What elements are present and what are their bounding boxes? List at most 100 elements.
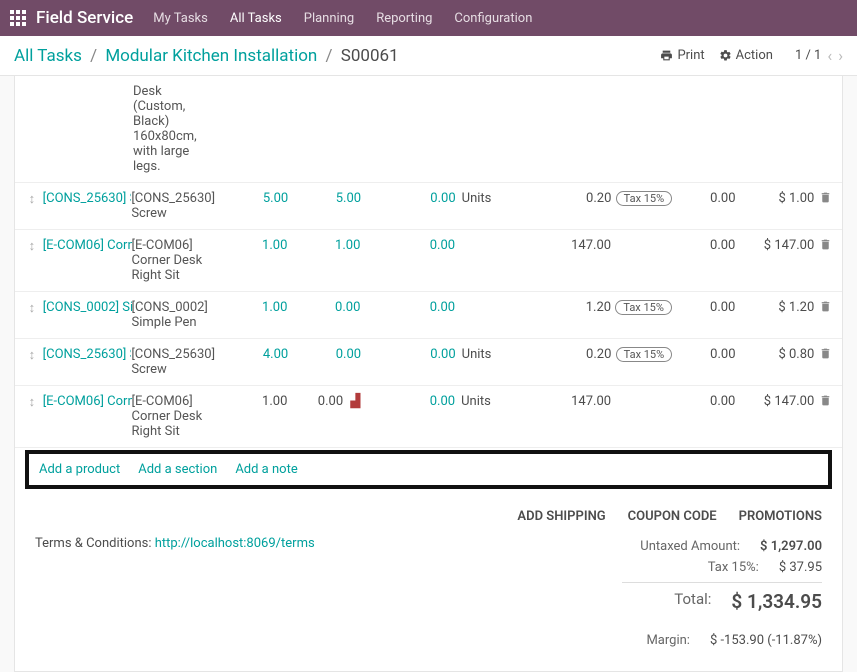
delete-row-button[interactable]	[814, 238, 836, 253]
description-cell: [E-COM06] Corner Desk Right Sit	[132, 394, 213, 439]
pager-next[interactable]: ›	[838, 46, 843, 65]
subtotal-cell: $ 1.20	[735, 300, 814, 315]
tax-label: Tax 15%:	[708, 560, 759, 575]
invoiced-cell[interactable]: 0.00	[361, 347, 456, 362]
add-line-bar: Add a product Add a section Add a note	[25, 450, 832, 489]
total-label: Total:	[674, 590, 711, 613]
promotions-button[interactable]: PROMOTIONS	[739, 509, 822, 524]
table-row: ↕[CONS_25630] Sc[CONS_25630] Screw5.005.…	[15, 183, 842, 230]
unit-price-cell: 147.00	[516, 394, 611, 409]
apps-icon[interactable]	[10, 10, 26, 26]
add-note-link[interactable]: Add a note	[235, 462, 297, 477]
table-row: ↕[E-COM06] Corne[E-COM06] Corner Desk Ri…	[15, 230, 842, 292]
invoiced-cell[interactable]: 0.00	[360, 300, 455, 315]
nav-configuration[interactable]: Configuration	[454, 11, 532, 26]
totals-block: Untaxed Amount:$ 1,297.00 Tax 15%:$ 37.9…	[522, 536, 822, 651]
delivered-cell[interactable]: 5.00	[288, 191, 361, 206]
product-cell[interactable]: [CONS_0002] Sin	[43, 300, 132, 315]
nav-my-tasks[interactable]: My Tasks	[153, 11, 208, 26]
graph-icon[interactable]: ▟	[347, 394, 360, 409]
discount-cell: 0.00	[676, 347, 735, 362]
drag-handle-icon[interactable]: ↕	[21, 300, 43, 316]
gear-icon	[719, 49, 732, 62]
terms-conditions: Terms & Conditions: http://localhost:806…	[35, 536, 522, 651]
delivered-cell[interactable]: 0.00	[288, 347, 361, 362]
nav-all-tasks[interactable]: All Tasks	[230, 11, 282, 26]
add-shipping-button[interactable]: ADD SHIPPING	[517, 509, 605, 524]
breadcrumb-current: S00061	[341, 46, 399, 66]
qty-cell[interactable]: 1.00	[212, 394, 287, 409]
description-cell: [E-COM06] Corner Desk Right Sit	[132, 238, 213, 283]
delete-row-button[interactable]	[814, 347, 836, 362]
pager-prev[interactable]: ‹	[827, 46, 832, 65]
description-cell: [CONS_25630] Screw	[131, 191, 213, 221]
order-lines-sheet: Desk (Custom, Black) 160x80cm, with larg…	[14, 76, 843, 672]
table-row: ↕[CONS_25630] Sc[CONS_25630] Screw4.000.…	[15, 339, 842, 386]
margin-label: Margin:	[646, 633, 690, 648]
top-navbar: Field Service My Tasks All Tasks Plannin…	[0, 0, 857, 36]
discount-cell: 0.00	[676, 300, 735, 315]
coupon-code-button[interactable]: COUPON CODE	[628, 509, 717, 524]
subtotal-cell: $ 1.00	[736, 191, 815, 206]
qty-cell[interactable]: 5.00	[213, 191, 288, 206]
subtotal-cell: $ 147.00	[735, 394, 814, 409]
trash-icon	[819, 300, 832, 313]
table-row: ↕[CONS_0002] Sin[CONS_0002] Simple Pen1.…	[15, 292, 842, 339]
terms-link[interactable]: http://localhost:8069/terms	[155, 536, 315, 551]
subtotal-cell: $ 147.00	[735, 238, 814, 253]
pager-count: 1 / 1	[795, 48, 821, 63]
total-value: $ 1,334.95	[731, 590, 822, 613]
qty-cell[interactable]: 1.00	[212, 300, 287, 315]
product-cell[interactable]: [CONS_25630] Sc	[43, 347, 132, 362]
tax-value: $ 37.95	[779, 560, 822, 575]
breadcrumb-parent[interactable]: Modular Kitchen Installation	[105, 46, 317, 66]
add-product-link[interactable]: Add a product	[39, 462, 120, 477]
trash-icon	[819, 238, 832, 251]
drag-handle-icon[interactable]: ↕	[21, 394, 43, 410]
print-button[interactable]: Print	[660, 48, 704, 63]
qty-cell[interactable]: 1.00	[212, 238, 287, 253]
discount-cell: 0.00	[676, 394, 735, 409]
row-description: Desk (Custom, Black) 160x80cm, with larg…	[133, 84, 215, 174]
product-cell[interactable]: [E-COM06] Corne	[43, 238, 132, 253]
description-cell: [CONS_25630] Screw	[131, 347, 213, 377]
product-cell[interactable]: [E-COM06] Corne	[43, 394, 132, 409]
add-section-link[interactable]: Add a section	[138, 462, 217, 477]
breadcrumb: All Tasks / Modular Kitchen Installation…	[14, 46, 646, 66]
delete-row-button[interactable]	[814, 300, 836, 315]
footer-actions: ADD SHIPPING COUPON CODE PROMOTIONS	[15, 499, 842, 530]
unit-price-cell: 1.20	[516, 300, 611, 315]
delete-row-button[interactable]	[814, 394, 836, 409]
invoiced-cell[interactable]: 0.00	[360, 394, 455, 409]
nav-reporting[interactable]: Reporting	[376, 11, 432, 26]
discount-cell: 0.00	[676, 238, 735, 253]
breadcrumb-root[interactable]: All Tasks	[14, 46, 82, 66]
qty-cell[interactable]: 4.00	[213, 347, 288, 362]
unit-price-cell: 0.20	[517, 347, 612, 362]
delivered-cell[interactable]: 1.00	[287, 238, 360, 253]
untaxed-value: $ 1,297.00	[760, 539, 822, 554]
drag-handle-icon[interactable]: ↕	[21, 347, 43, 363]
trash-icon	[819, 394, 832, 407]
tax-cell: Tax 15%	[611, 347, 676, 362]
delete-row-button[interactable]	[814, 191, 836, 206]
action-button[interactable]: Action	[719, 48, 773, 63]
drag-handle-icon[interactable]: ↕	[21, 238, 43, 254]
delivered-cell[interactable]: 0.00 ▟	[287, 394, 360, 409]
nav-planning[interactable]: Planning	[304, 11, 354, 26]
invoiced-cell[interactable]: 0.00	[361, 191, 456, 206]
drag-handle-icon[interactable]: ↕	[21, 191, 43, 207]
uom-cell: Units	[456, 191, 517, 206]
invoiced-cell[interactable]: 0.00	[360, 238, 455, 253]
delivered-cell[interactable]: 0.00	[287, 300, 360, 315]
unit-price-cell: 147.00	[516, 238, 611, 253]
tax-cell: Tax 15%	[611, 300, 676, 315]
footer-summary: Terms & Conditions: http://localhost:806…	[15, 530, 842, 671]
unit-price-cell: 0.20	[517, 191, 612, 206]
brand-title: Field Service	[36, 8, 133, 28]
table-row: ↕[E-COM06] Corne[E-COM06] Corner Desk Ri…	[15, 386, 842, 448]
trash-icon	[819, 347, 832, 360]
margin-value: $ -153.90 (-11.87%)	[710, 633, 822, 648]
print-icon	[660, 49, 673, 62]
product-cell[interactable]: [CONS_25630] Sc	[43, 191, 132, 206]
